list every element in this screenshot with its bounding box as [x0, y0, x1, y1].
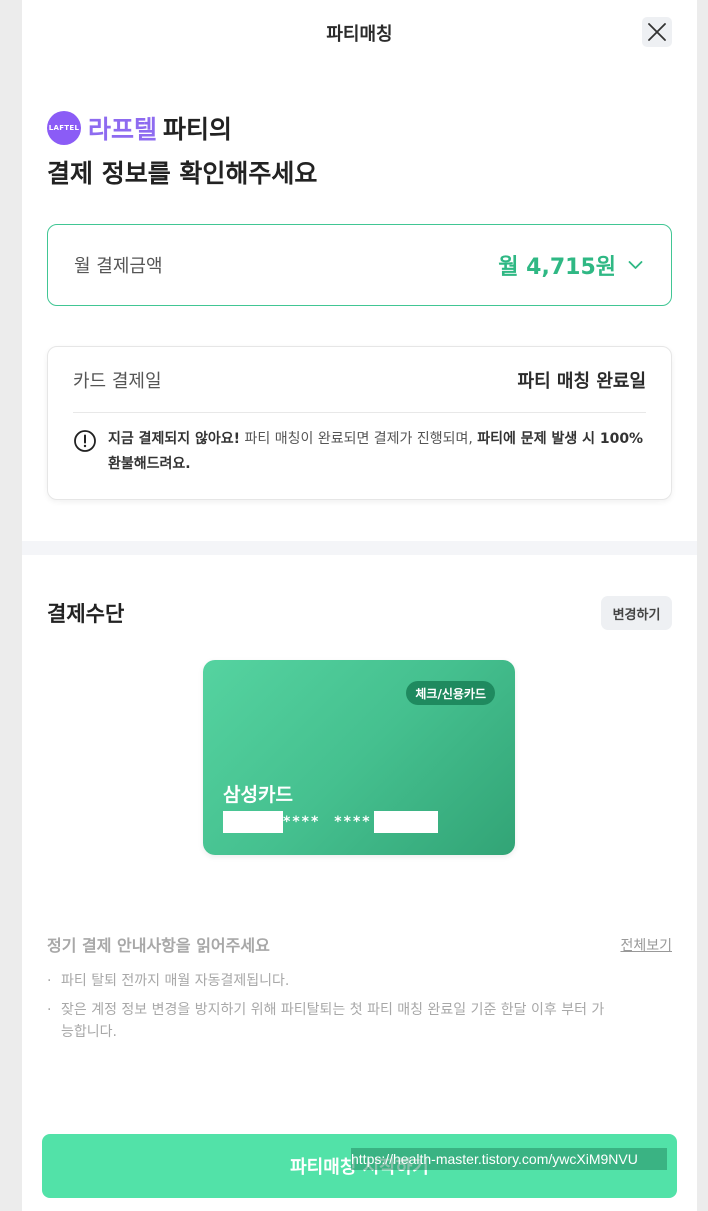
list-item: 파티 탈퇴 전까지 매월 자동결제됩니다. [47, 970, 617, 992]
card-issuer-name: 삼성카드 [223, 784, 293, 806]
change-payment-button[interactable]: 변경하기 [601, 596, 672, 630]
headline-party-of: 파티의 [163, 115, 233, 144]
billing-notes-title: 정기 결제 안내사항을 읽어주세요 [47, 936, 270, 955]
notice-bold-1: 지금 결제되지 않아요! [108, 431, 241, 447]
header: 파티매칭 [22, 0, 697, 66]
laftel-logo: LAFTEL [47, 111, 81, 145]
monthly-amount-dropdown[interactable]: 월 결제금액 월 4,715원 [47, 224, 672, 306]
billing-notes-list: 파티 탈퇴 전까지 매월 자동결제됩니다. 잦은 계정 정보 변경을 방지하기 … [47, 970, 617, 1050]
page-title: 파티매칭 [326, 24, 393, 45]
party-matching-sheet: 파티매칭 LAFTEL 라프텔 파티의 결제 정보를 확인해주세요 월 결제금액… [22, 0, 697, 1211]
url-watermark: https://health-master.tistory.com/ywcXiM… [351, 1148, 667, 1170]
list-item: 잦은 계정 정보 변경을 방지하기 위해 파티탈퇴는 첫 파티 매칭 완료일 기… [47, 999, 617, 1043]
card-number-redaction [373, 811, 438, 833]
payment-notice: 지금 결제되지 않아요! 파티 매칭이 완료되면 결제가 진행되며, 파티에 문… [73, 427, 646, 477]
brand-name: 라프텔 [88, 115, 158, 144]
card-number: **** **** [223, 810, 438, 834]
monthly-amount-value: 월 4,715원 [498, 249, 643, 281]
close-icon [648, 23, 666, 41]
payment-date-value: 파티 매칭 완료일 [517, 370, 646, 392]
payment-date-card: 카드 결제일 파티 매칭 완료일 지금 결제되지 않아요! 파티 매칭이 완료되… [47, 346, 672, 500]
monthly-amount-label: 월 결제금액 [74, 256, 163, 277]
chevron-down-icon [628, 261, 643, 269]
payment-date-row: 카드 결제일 파티 매칭 완료일 [73, 347, 646, 413]
close-button[interactable] [642, 17, 672, 47]
card-number-mask-2: **** [334, 814, 372, 830]
notice-text-1: 파티 매칭이 완료되면 결제가 진행되며, [240, 431, 478, 447]
headline: LAFTEL 라프텔 파티의 결제 정보를 확인해주세요 [47, 108, 317, 190]
notice-text: 지금 결제되지 않아요! 파티 매칭이 완료되면 결제가 진행되며, 파티에 문… [108, 427, 646, 477]
payment-date-label: 카드 결제일 [73, 370, 162, 392]
headline-line2: 결제 정보를 확인해주세요 [47, 159, 318, 188]
view-all-link[interactable]: 전체보기 [620, 935, 672, 955]
card-type-badge: 체크/신용카드 [406, 681, 495, 705]
payment-method-title: 결제수단 [47, 602, 125, 626]
card-number-mask-1: **** [283, 814, 321, 830]
monthly-amount-text: 월 4,715원 [498, 255, 616, 280]
card-number-redaction [223, 811, 283, 833]
alert-circle-icon [74, 430, 96, 452]
section-divider [22, 541, 697, 555]
payment-card[interactable]: 체크/신용카드 삼성카드 **** **** [203, 660, 515, 855]
